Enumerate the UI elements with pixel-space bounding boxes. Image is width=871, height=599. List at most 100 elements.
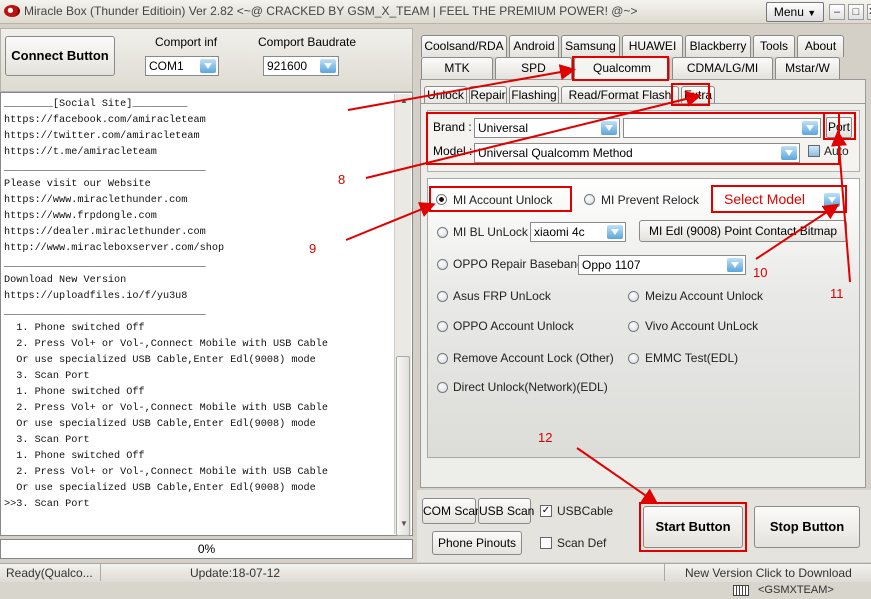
progress-text: 0% [197, 542, 216, 556]
direct-unlock-radio[interactable] [437, 382, 448, 393]
dropdown-arrow-icon[interactable] [727, 258, 743, 272]
tab-cdma-lg-mi[interactable]: CDMA/LG/MI [672, 57, 773, 79]
com-scan-button[interactable]: COM Scan [422, 498, 482, 524]
oppo-repair-baseband-radio[interactable] [437, 259, 448, 270]
update-text: Update:18-07-12 [190, 566, 281, 580]
tab-android[interactable]: Android [509, 35, 559, 57]
oppo-repair-baseband-label: OPPO Repair Baseband [453, 257, 584, 271]
log-line: 2. Press Vol+ or Vol-,Connect Mobile wit… [4, 467, 329, 478]
log-text: ________[Social Site]_________ https://fa… [4, 97, 328, 513]
annotation-11: 11 [830, 286, 844, 301]
status-divider [100, 564, 101, 581]
dropdown-arrow-icon[interactable] [607, 225, 623, 239]
log-line: https://twitter.com/amiracleteam [4, 131, 200, 142]
mi-bl-model-value: xiaomi 4c [534, 225, 585, 239]
log-line: https://www.frpdongle.com [4, 211, 157, 222]
oppo-model-value: Oppo 1107 [582, 258, 641, 272]
tab-about[interactable]: About [797, 35, 844, 57]
scrollbar-thumb[interactable] [396, 356, 410, 536]
asus-frp-radio[interactable] [437, 291, 448, 302]
log-output[interactable]: ________[Social Site]_________ https://fa… [0, 92, 413, 536]
annotation-9: 9 [309, 241, 317, 256]
mi-prevent-relock-label: MI Prevent Relock [601, 193, 700, 207]
annotation-12: 12 [538, 430, 553, 445]
log-line: _________________________________ [4, 163, 206, 174]
checkmark-icon: ✓ [541, 505, 551, 516]
brand-model-highlight [426, 112, 840, 165]
log-line: https://t.me/amiracleteam [4, 147, 157, 158]
scan-def-checkbox[interactable] [540, 537, 552, 549]
usb-scan-button[interactable]: USB Scan [478, 498, 534, 524]
vivo-account-label: Vivo Account UnLock [645, 319, 759, 333]
scan-def-label: Scan Def [557, 536, 607, 550]
log-line: _________________________________ [4, 307, 206, 318]
close-button[interactable]: ✕ [867, 4, 871, 20]
log-line: Or use specialized USB Cable,Enter Edl(9… [4, 419, 316, 430]
oppo-account-radio[interactable] [437, 321, 448, 332]
scroll-down-icon[interactable]: ▼ [400, 519, 408, 528]
port-button-highlight [823, 112, 856, 140]
log-scrollbar[interactable]: ▲ ▼ [394, 94, 411, 536]
tab-huawei[interactable]: HUAWEI [622, 35, 683, 57]
log-line: 3. Scan Port [4, 435, 90, 446]
connect-button[interactable]: Connect Button [5, 36, 115, 76]
tab-coolsand-rda[interactable]: Coolsand/RDA [421, 35, 507, 57]
tab-tools[interactable]: Tools [753, 35, 795, 57]
progress-bar: 0% [0, 539, 413, 559]
log-line: Or use specialized USB Cable,Enter Edl(9… [4, 483, 316, 494]
usb-cable-checkbox[interactable]: ✓ [540, 505, 552, 517]
maximize-button[interactable]: □ [848, 4, 864, 20]
oppo-account-label: OPPO Account Unlock [453, 319, 574, 333]
tab-samsung[interactable]: Samsung [561, 35, 620, 57]
direct-unlock-label: Direct Unlock(Network)(EDL) [453, 380, 608, 394]
asus-frp-label: Asus FRP UnLock [453, 289, 551, 303]
tab-mstar-w[interactable]: Mstar/W [775, 57, 840, 79]
mi-bl-model-select[interactable]: xiaomi 4c [530, 222, 626, 242]
log-line: https://www.miraclethunder.com [4, 195, 188, 206]
oppo-model-select[interactable]: Oppo 1107 [578, 255, 746, 275]
tab-blackberry[interactable]: Blackberry [685, 35, 751, 57]
tab-mtk[interactable]: MTK [421, 57, 493, 79]
qualcomm-tab-highlight [572, 56, 669, 81]
comport-select[interactable]: COM1 [145, 56, 219, 76]
remove-account-lock-radio[interactable] [437, 353, 448, 364]
menu-button[interactable]: Menu ▼ [766, 2, 824, 22]
log-line: Or use specialized USB Cable,Enter Edl(9… [4, 355, 316, 366]
log-line: Download New Version [4, 275, 127, 286]
status-text: Ready(Qualco... [6, 566, 93, 580]
log-line: http://www.miracleboxserver.com/shop [4, 243, 225, 254]
log-line: https://dealer.miraclethunder.com [4, 227, 206, 238]
meizu-account-radio[interactable] [628, 291, 639, 302]
log-line: 3. Scan Port [4, 371, 90, 382]
mi-bl-unlock-radio[interactable] [437, 227, 448, 238]
annotation-10: 10 [753, 265, 768, 280]
scroll-up-icon[interactable]: ▲ [400, 96, 408, 105]
team-label: <GSMXTEAM> [758, 584, 834, 596]
dropdown-arrow-icon[interactable] [200, 59, 216, 73]
comport-value: COM1 [149, 59, 184, 73]
vivo-account-radio[interactable] [628, 321, 639, 332]
menu-label: Menu [773, 5, 804, 19]
emmc-test-radio[interactable] [628, 353, 639, 364]
mi-prevent-relock-radio[interactable] [584, 194, 595, 205]
mi-edl-bitmap-button[interactable]: MI Edl (9008) Point Contact Bitmap [639, 220, 847, 242]
dropdown-arrow-icon[interactable] [320, 59, 336, 73]
mi-account-unlock-highlight [429, 186, 572, 212]
log-line: >>3. Scan Port [4, 499, 90, 510]
phone-pinouts-button[interactable]: Phone Pinouts [432, 531, 522, 555]
window-title: Miracle Box (Thunder Editioin) Ver 2.82 … [24, 4, 638, 18]
minimize-button[interactable]: – [829, 4, 845, 20]
stop-button[interactable]: Stop Button [754, 506, 860, 548]
annotation-8: 8 [338, 172, 346, 187]
tab-spd[interactable]: SPD [495, 57, 572, 79]
log-line: https://uploadfiles.io/f/yu3u8 [4, 291, 188, 302]
log-line: 2. Press Vol+ or Vol-,Connect Mobile wit… [4, 339, 329, 350]
baudrate-select[interactable]: 921600 [263, 56, 339, 76]
baudrate-value: 921600 [267, 59, 308, 73]
log-line: 1. Phone switched Off [4, 387, 145, 398]
chevron-down-icon: ▼ [807, 8, 817, 18]
new-version-link[interactable]: New Version Click to Download [685, 566, 852, 580]
extra-tab-highlight [671, 83, 710, 106]
log-line: 1. Phone switched Off [4, 323, 145, 334]
start-button-highlight [639, 502, 747, 552]
